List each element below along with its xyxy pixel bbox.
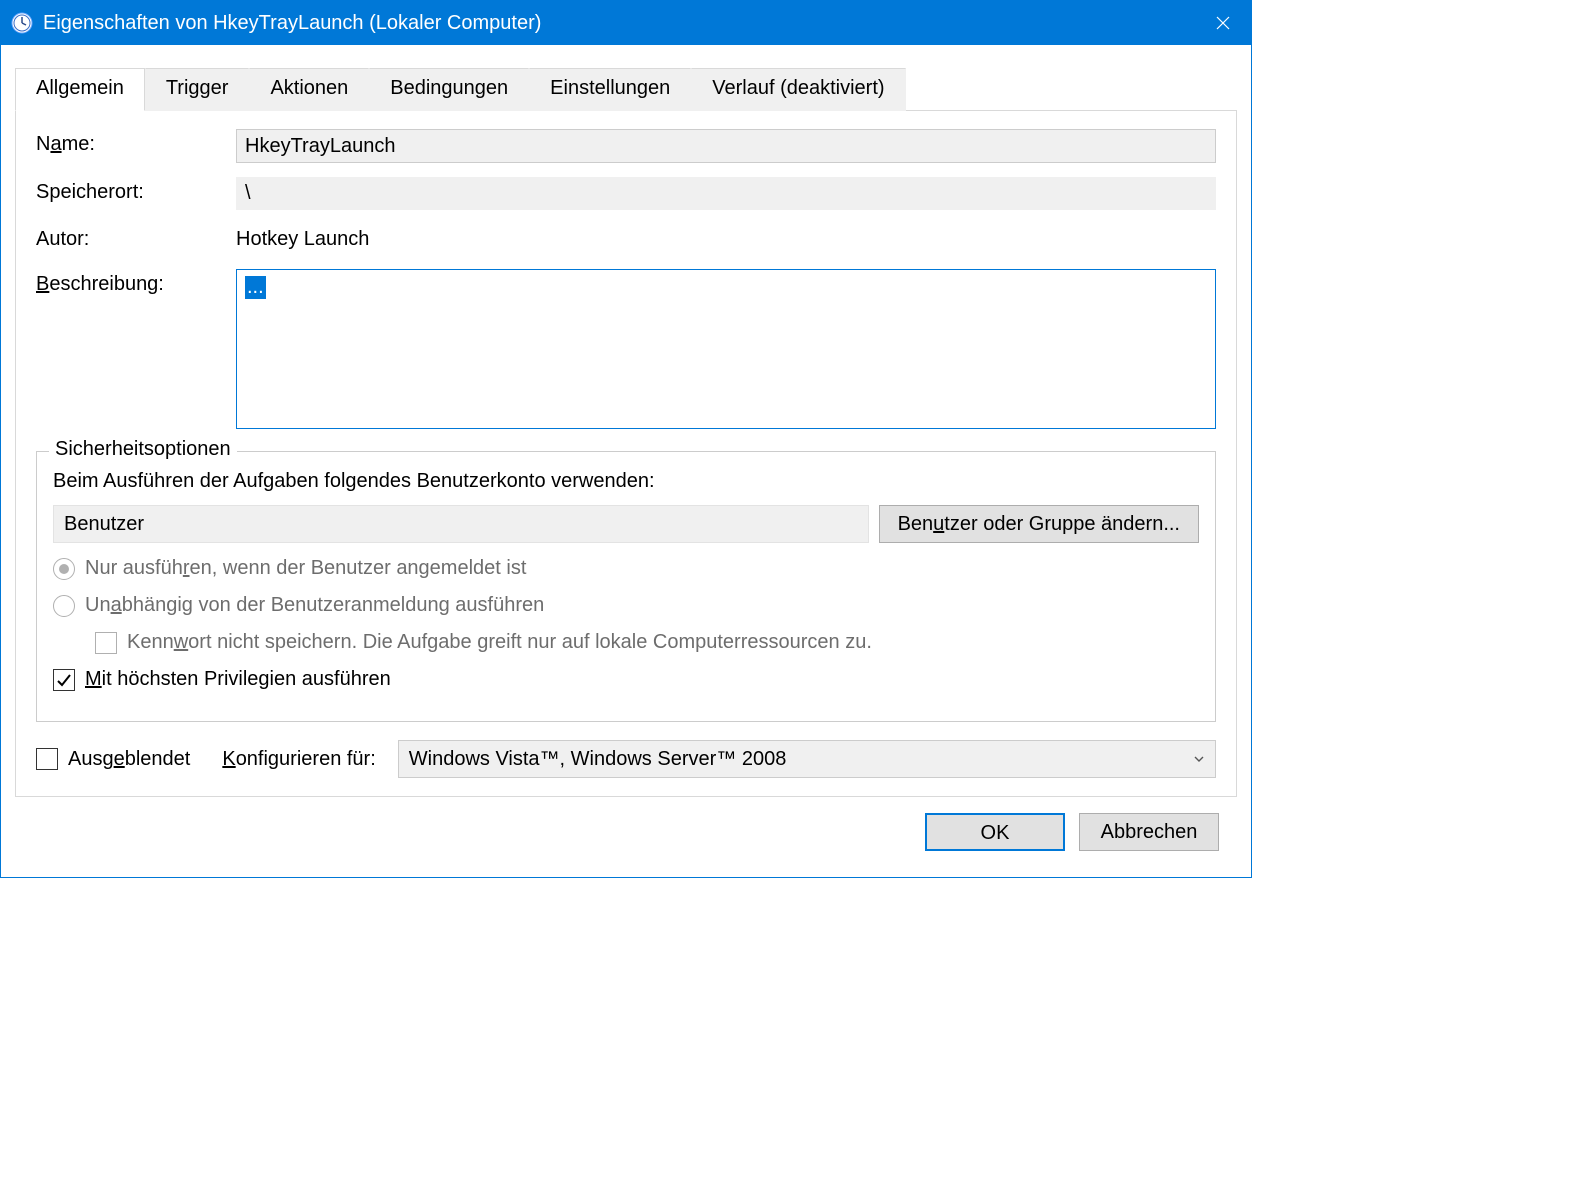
location-value: \ [236,177,1216,210]
dialog-content: Allgemein Trigger Aktionen Bedingungen E… [1,45,1251,877]
radio-icon [53,595,75,617]
tab-strip: Allgemein Trigger Aktionen Bedingungen E… [15,67,1237,111]
close-button[interactable] [1195,1,1251,45]
security-options-group: Sicherheitsoptionen Beim Ausführen der A… [36,451,1216,722]
radio-run-when-logged-on[interactable]: Nur ausführen, wenn der Benutzer angemel… [53,557,1199,580]
dialog-footer: OK Abbrechen [15,797,1237,867]
checkbox-icon [36,748,58,770]
radio-icon [53,558,75,580]
configure-for-dropdown[interactable]: Windows Vista™, Windows Server™ 2008 [398,740,1216,778]
configure-for-label: Konfigurieren für: [222,748,375,771]
tab-einstellungen[interactable]: Einstellungen [529,68,691,111]
dropdown-value: Windows Vista™, Windows Server™ 2008 [409,748,787,771]
tab-allgemein[interactable]: Allgemein [15,68,145,111]
change-user-button[interactable]: Benutzer oder Gruppe ändern... [879,505,1199,543]
checkbox-highest-privileges[interactable]: Mit höchsten Privilegien ausführen [53,668,1199,691]
tab-trigger[interactable]: Trigger [145,68,250,111]
tab-bedingungen[interactable]: Bedingungen [369,68,529,111]
description-label: Beschreibung: [36,269,236,296]
checkbox-no-store-password[interactable]: Kennwort nicht speichern. Die Aufgabe gr… [95,631,1199,654]
location-label: Speicherort: [36,177,236,204]
security-options-title: Sicherheitsoptionen [49,438,237,461]
description-textarea[interactable]: ... [236,269,1216,429]
tab-aktionen[interactable]: Aktionen [249,68,369,111]
name-input[interactable] [236,129,1216,163]
cancel-button[interactable]: Abbrechen [1079,813,1219,851]
radio-run-regardless[interactable]: Unabhängig von der Benutzeranmeldung aus… [53,594,1199,617]
title-bar: Eigenschaften von HkeyTrayLaunch (Lokale… [1,1,1251,45]
tab-verlauf[interactable]: Verlauf (deaktiviert) [691,68,905,111]
name-label: Name: [36,129,236,156]
window-title: Eigenschaften von HkeyTrayLaunch (Lokale… [43,12,1195,35]
tab-panel-allgemein: Name: Speicherort: \ Autor: Hotkey Launc… [15,111,1237,797]
account-label: Beim Ausführen der Aufgaben folgendes Be… [53,470,1199,493]
checkbox-hidden[interactable]: Ausgeblendet [36,748,190,771]
checkbox-icon [53,669,75,691]
task-scheduler-icon [11,12,33,34]
chevron-down-icon [1193,748,1205,771]
author-label: Autor: [36,224,236,251]
checkbox-icon [95,632,117,654]
properties-dialog: Eigenschaften von HkeyTrayLaunch (Lokale… [0,0,1252,878]
account-value: Benutzer [53,505,869,543]
ok-button[interactable]: OK [925,813,1065,851]
author-value: Hotkey Launch [236,224,1216,255]
